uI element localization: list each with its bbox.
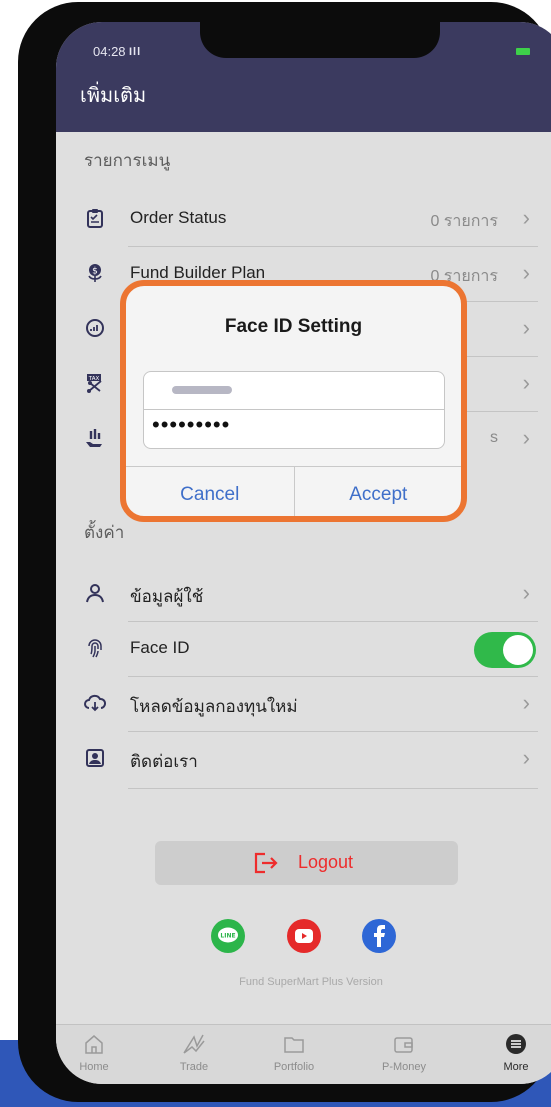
status-time: 04:28 — [93, 44, 126, 59]
dialog-title: Face ID Setting — [224, 316, 363, 337]
money-plant-icon: $ — [84, 262, 106, 284]
settings-item-user-info[interactable]: ข้อมูลผู้ใช้ › — [78, 567, 538, 622]
accept-button[interactable]: Accept — [293, 467, 462, 516]
blurred-username — [172, 386, 232, 394]
line-icon[interactable]: LINE — [211, 919, 245, 953]
user-icon — [84, 582, 106, 604]
signal-icon: Ill — [129, 46, 142, 58]
trade-icon — [149, 1031, 239, 1057]
chevron-right-icon: › — [522, 580, 530, 605]
tab-label: More — [503, 1061, 529, 1073]
phone-screen: 04:28 Ill เพิ่มเติม รายการเมนู Order Sta… — [56, 22, 551, 1084]
tab-p-money[interactable]: P-Money — [359, 1031, 449, 1073]
more-icon — [471, 1031, 551, 1057]
chevron-right-icon: › — [522, 425, 530, 450]
dialog-fields: ••••••••• — [143, 371, 445, 449]
logout-label: Logout — [298, 852, 354, 872]
svg-text:$: $ — [92, 267, 98, 277]
settings-item-label: โหลดข้อมูลกองทุนใหม่ — [130, 697, 298, 716]
tab-trade[interactable]: Trade — [149, 1031, 239, 1073]
chevron-right-icon: › — [522, 205, 530, 230]
tab-home[interactable]: Home — [56, 1031, 139, 1073]
divider — [128, 788, 538, 789]
settings-item-label: ติดต่อเรา — [130, 752, 198, 771]
tab-label: Portfolio — [273, 1061, 315, 1073]
fingerprint-icon — [84, 637, 106, 659]
clipboard-icon — [84, 207, 106, 229]
menu-item-label: Order Status — [130, 208, 227, 227]
chart-icon — [84, 317, 106, 339]
home-icon — [56, 1031, 139, 1057]
settings-item-reload-fund-data[interactable]: โหลดข้อมูลกองทุนใหม่ › — [78, 677, 538, 732]
page-title: เพิ่มเติม — [80, 85, 147, 107]
phone-frame: 04:28 Ill เพิ่มเติม รายการเมนู Order Sta… — [18, 2, 551, 1102]
tab-label: Trade — [179, 1061, 209, 1073]
wallet-icon — [359, 1031, 449, 1057]
tab-bar: Home Trade Portfolio P-Money More — [56, 1024, 551, 1084]
cancel-button[interactable]: Cancel — [126, 467, 294, 516]
chevron-right-icon: › — [522, 690, 530, 715]
menu-item-count: 0 รายการ — [430, 213, 498, 230]
battery-icon — [516, 48, 530, 55]
password-value: ••••••••• — [152, 412, 231, 437]
tax-icon: TAX — [84, 372, 106, 394]
toggle-knob — [503, 635, 533, 665]
line-logo-text: LINE — [220, 933, 235, 940]
menu-item-count: s — [490, 429, 498, 446]
notch — [200, 22, 440, 58]
settings-item-face-id: Face ID — [78, 622, 538, 677]
tab-more[interactable]: More — [471, 1031, 551, 1073]
username-field[interactable] — [144, 372, 444, 409]
tab-portfolio[interactable]: Portfolio — [249, 1031, 339, 1073]
settings-item-label: ข้อมูลผู้ใช้ — [130, 587, 204, 606]
face-id-toggle[interactable] — [474, 632, 536, 668]
facebook-icon[interactable] — [362, 919, 396, 953]
youtube-icon[interactable] — [287, 919, 321, 953]
password-field[interactable]: ••••••••• — [144, 410, 444, 448]
settings-section-label: ตั้งค่า — [84, 523, 125, 542]
settings-item-contact-us[interactable]: ติดต่อเรา › — [78, 732, 538, 787]
status-bar: 04:28 Ill เพิ่มเติม — [56, 22, 551, 132]
dialog-actions: Cancel Accept — [126, 466, 462, 516]
menu-section-label: รายการเมนู — [84, 151, 171, 170]
chevron-right-icon: › — [522, 370, 530, 395]
settings-item-label: Face ID — [130, 638, 190, 657]
face-id-setting-dialog: Face ID Setting ••••••••• Cancel Accept — [120, 280, 467, 522]
version-text: Fund SuperMart Plus Version — [239, 976, 383, 988]
logout-button[interactable]: Logout — [155, 841, 458, 885]
tab-label: P-Money — [381, 1061, 427, 1073]
chevron-right-icon: › — [522, 315, 530, 340]
chevron-right-icon: › — [522, 260, 530, 285]
menu-item-order-status[interactable]: Order Status 0 รายการ › — [78, 192, 538, 247]
folder-icon — [249, 1031, 339, 1057]
chevron-right-icon: › — [522, 745, 530, 770]
hand-coins-icon — [84, 427, 106, 449]
cloud-download-icon — [84, 692, 106, 714]
logout-icon — [253, 851, 279, 880]
tab-label: Home — [79, 1061, 109, 1073]
contact-icon — [84, 747, 106, 769]
